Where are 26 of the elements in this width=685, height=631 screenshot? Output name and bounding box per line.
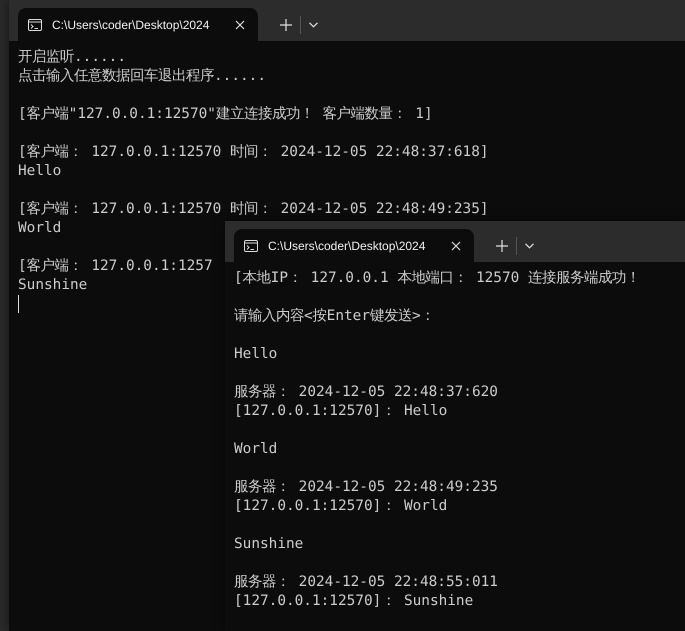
console-line: 服务器： 2024-12-05 22:48:37:620 — [234, 383, 498, 402]
terminal-tab[interactable]: C:\Users\coder\Desktop\2024 — [18, 8, 258, 41]
console-line: World — [18, 219, 62, 238]
console-line: 点击输入任意数据回车退出程序...... — [18, 67, 266, 86]
console-line: [客户端： 127.0.0.1:1257 — [18, 257, 213, 276]
console-line: [客户端"127.0.0.1:12570"建立连接成功！ 客户端数量： 1] — [18, 105, 433, 124]
console-line: [客户端： 127.0.0.1:12570 时间： 2024-12-05 22:48:37:618] — [18, 143, 489, 162]
console-line: Sunshine — [18, 276, 88, 295]
console-line: Hello — [234, 345, 278, 364]
close-icon — [235, 20, 245, 30]
terminal-icon — [28, 18, 42, 30]
close-icon — [451, 240, 461, 250]
console-line: Hello — [18, 162, 62, 181]
terminal-icon — [244, 240, 258, 252]
console-line: [127.0.0.1:12570]： Hello — [234, 402, 448, 421]
console-line: 服务器： 2024-12-05 22:48:49:235 — [234, 478, 498, 497]
terminal-tab[interactable]: C:\Users\coder\Desktop\2024 — [234, 229, 474, 262]
console-line: World — [234, 440, 278, 459]
console-line: [127.0.0.1:12570]： Sunshine — [234, 592, 474, 611]
console-line: Sunshine — [234, 535, 304, 554]
console-line: 请输入内容<按Enter键发送>： — [234, 307, 435, 326]
console-line: [客户端： 127.0.0.1:12570 时间： 2024-12-05 22:48:49:235] — [18, 200, 489, 219]
console-line: 开启监听...... — [18, 48, 126, 67]
console-line: [127.0.0.1:12570]： World — [234, 497, 448, 516]
console-line: 服务器： 2024-12-05 22:48:55:011 — [234, 573, 498, 592]
console-line: [本地IP： 127.0.0.1 本地端口： 12570 连接服务端成功！ — [234, 269, 640, 288]
